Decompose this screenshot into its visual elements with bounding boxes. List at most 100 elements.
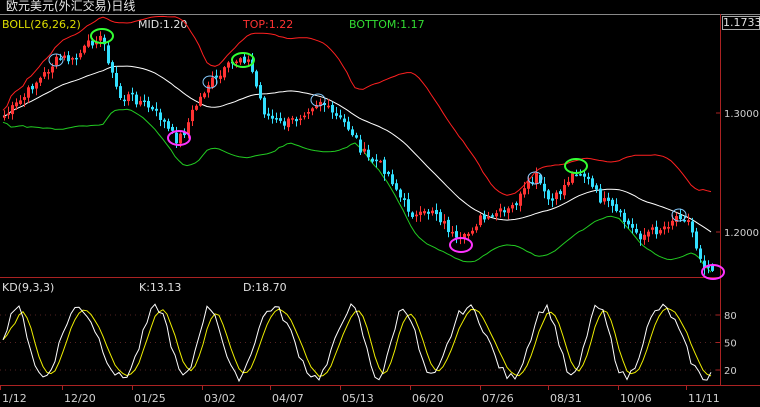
candle-body — [547, 190, 550, 200]
candle-body — [63, 55, 66, 58]
candle-body — [263, 97, 266, 115]
candle-body — [235, 61, 238, 64]
candle-body — [415, 214, 418, 217]
candle-body — [375, 159, 378, 162]
candle-body — [431, 210, 434, 214]
candle-body — [79, 53, 82, 58]
candle-body — [279, 118, 282, 121]
candle-body — [211, 77, 214, 88]
candle-body — [499, 208, 502, 212]
candle-body — [515, 203, 518, 206]
candle-body — [347, 121, 350, 130]
candle-body — [659, 230, 662, 234]
candle-body — [391, 174, 394, 185]
candle-body — [219, 75, 222, 79]
candle-body — [615, 204, 618, 212]
candle-body — [191, 109, 194, 122]
date-tick-label: 08/31 — [550, 392, 582, 405]
candle-body — [567, 181, 570, 186]
candle-body — [503, 210, 506, 213]
candle-body — [387, 171, 390, 175]
candle-body — [587, 176, 590, 179]
candle-body — [695, 231, 698, 249]
candle-body — [595, 185, 598, 190]
candle-body — [43, 72, 46, 77]
price-tick-label: 1.3000 — [724, 109, 759, 120]
candle-body — [299, 118, 302, 121]
candle-body — [523, 188, 526, 195]
candle-body — [139, 100, 142, 105]
candle-body — [135, 94, 138, 105]
price-chart-canvas[interactable]: 1.3000 1.2000 80 50 20 1/12 12/20 01/25 03/02 04/… — [0, 0, 760, 407]
candle-body — [363, 148, 366, 152]
candle-body — [223, 67, 226, 78]
candle-body — [627, 220, 630, 225]
kd-tick-label: 20 — [724, 366, 737, 377]
candle-body — [307, 112, 310, 114]
candle-body — [291, 118, 294, 120]
candle-body — [167, 121, 170, 129]
price-tick-label: 1.2000 — [724, 228, 759, 239]
candle-body — [163, 119, 166, 122]
candle-body — [667, 227, 670, 229]
top-band-line — [2, 15, 712, 196]
candle-body — [511, 204, 514, 209]
candle-body — [403, 198, 406, 201]
candle-body — [399, 189, 402, 198]
candle-body — [647, 231, 650, 237]
candle-body — [11, 105, 14, 115]
candle-body — [151, 107, 154, 110]
candle-body — [271, 115, 274, 119]
candle-body — [455, 231, 458, 238]
candle-body — [227, 62, 230, 68]
candle-body — [203, 93, 206, 98]
candle-body — [283, 121, 286, 126]
candle-body — [451, 231, 454, 234]
candle-body — [51, 66, 54, 73]
candle-body — [19, 100, 22, 104]
chart-window[interactable]: 欧元美元(外汇交易)日线 BOLL(26,26,2) MID:1.20 TOP:… — [0, 0, 760, 407]
candle-body — [691, 221, 694, 233]
date-tick-label: 07/26 — [482, 392, 514, 405]
candle-body — [123, 99, 126, 102]
candle-body — [111, 62, 114, 73]
candle-body — [67, 55, 70, 62]
date-tick-label: 10/06 — [620, 392, 652, 405]
candle-body — [359, 139, 362, 153]
candle-body — [427, 211, 430, 214]
candle-body — [379, 160, 382, 163]
candle-body — [255, 71, 258, 87]
candle-body — [439, 212, 442, 223]
candle-body — [243, 56, 246, 63]
candle-body — [99, 35, 102, 41]
candle-body — [71, 58, 74, 60]
candle-body — [443, 221, 446, 224]
date-tick-label: 11/11 — [688, 392, 720, 405]
candle-body — [267, 113, 270, 116]
candle-body — [479, 215, 482, 226]
candle-body — [147, 100, 150, 108]
candle-body — [623, 212, 626, 223]
candle-body — [351, 129, 354, 136]
candle-body — [195, 105, 198, 110]
candle-body — [579, 174, 582, 176]
candle-body — [87, 40, 90, 47]
candle-body — [535, 172, 538, 184]
candle-body — [507, 208, 510, 213]
candle-body — [199, 96, 202, 106]
candle-body — [611, 199, 614, 206]
candle-body — [23, 97, 26, 100]
candle-body — [559, 191, 562, 195]
candle-body — [303, 115, 306, 118]
candle-body — [411, 212, 414, 217]
candle-body — [239, 58, 242, 63]
candle-body — [639, 233, 642, 240]
candle-body — [171, 126, 174, 131]
candle-body — [519, 193, 522, 206]
candle-body — [247, 59, 250, 62]
candle-body — [575, 174, 578, 177]
candle-body — [419, 211, 422, 215]
candle-body — [143, 100, 146, 103]
candle-body — [631, 224, 634, 228]
candle-body — [59, 58, 62, 60]
